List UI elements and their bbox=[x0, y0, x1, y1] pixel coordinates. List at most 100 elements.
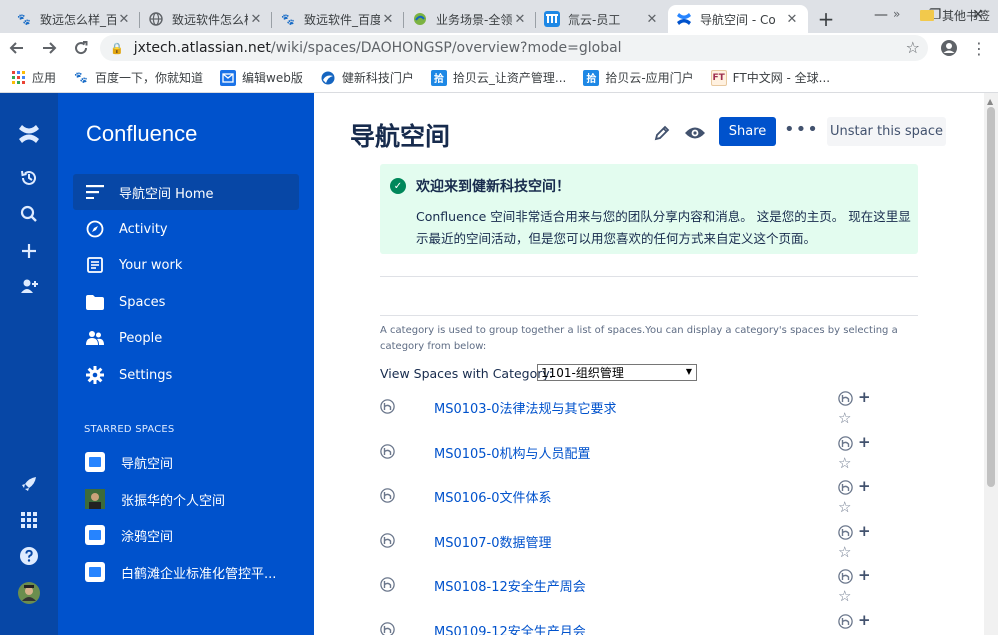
bookmark-item[interactable]: 🐾 百度一下，你就知道 bbox=[73, 69, 203, 86]
add-plus-icon[interactable]: + bbox=[858, 566, 871, 584]
watch-space-icon[interactable] bbox=[838, 524, 853, 540]
apps-grid-icon bbox=[10, 70, 26, 86]
browser-tab[interactable]: 🐾 致远软件_百度 ✕ bbox=[272, 5, 404, 33]
add-plus-icon[interactable]: + bbox=[858, 433, 871, 451]
close-icon[interactable]: ✕ bbox=[784, 12, 800, 27]
starred-space-item[interactable]: 白鹤滩企业标准化管控平... bbox=[73, 554, 299, 590]
watch-space-icon[interactable] bbox=[838, 613, 853, 629]
search-icon[interactable] bbox=[16, 201, 42, 227]
bookmark-item[interactable]: 拾 拾贝云_让资产管理... bbox=[430, 69, 566, 86]
chuanyun-icon bbox=[544, 11, 560, 27]
invite-people-icon[interactable] bbox=[16, 274, 42, 300]
starred-space-item[interactable]: 涂鸦空间 bbox=[73, 517, 299, 553]
compass-icon bbox=[85, 219, 105, 239]
new-tab-button[interactable]: + bbox=[812, 5, 840, 33]
nav-item-your-work[interactable]: Your work bbox=[73, 247, 299, 283]
product-name[interactable]: Confluence bbox=[86, 121, 197, 147]
browser-tab[interactable]: 🐾 致远怎么样_百 ✕ bbox=[8, 5, 140, 33]
close-icon[interactable]: ✕ bbox=[644, 12, 660, 27]
tab-title: 致远软件怎么样 bbox=[172, 12, 248, 27]
bookmarks-overflow-button[interactable]: » bbox=[893, 7, 900, 21]
browser-tab[interactable]: 致远软件怎么样 ✕ bbox=[140, 5, 272, 33]
watch-space-icon[interactable] bbox=[838, 569, 853, 584]
nav-item-space-home[interactable]: 导航空间 Home bbox=[73, 174, 299, 210]
favourite-star-icon[interactable]: ☆ bbox=[838, 632, 851, 635]
folder-icon bbox=[85, 292, 105, 312]
bookmark-item[interactable]: 应用 bbox=[10, 69, 56, 86]
wave-icon bbox=[320, 70, 336, 86]
recent-history-icon[interactable] bbox=[16, 165, 42, 191]
reload-button[interactable] bbox=[66, 33, 96, 63]
scroll-up-arrow-icon[interactable]: ▲ bbox=[987, 97, 993, 106]
profile-button[interactable] bbox=[936, 33, 962, 63]
nav-item-activity[interactable]: Activity bbox=[73, 211, 299, 247]
close-icon[interactable]: ✕ bbox=[380, 12, 396, 27]
close-icon[interactable]: ✕ bbox=[512, 12, 528, 27]
space-link[interactable]: MS0107-0数据管理 bbox=[434, 532, 552, 551]
category-intro-text: A category is used to group together a l… bbox=[380, 325, 898, 352]
browser-tab[interactable]: 氚云-员工 ✕ bbox=[536, 5, 668, 33]
space-row-actions: +☆ bbox=[838, 388, 878, 431]
favourite-star-icon[interactable]: ☆ bbox=[838, 454, 851, 472]
create-plus-icon[interactable] bbox=[16, 238, 42, 264]
space-link[interactable]: MS0108-12安全生产周会 bbox=[434, 576, 586, 595]
page-scrollbar[interactable]: ▲ bbox=[984, 93, 998, 635]
check-circle-icon: ✓ bbox=[390, 178, 406, 194]
watch-eye-icon[interactable] bbox=[685, 123, 705, 143]
close-icon[interactable]: ✕ bbox=[116, 12, 132, 27]
nav-item-spaces[interactable]: Spaces bbox=[73, 284, 299, 320]
space-row: MS0108-12安全生产周会 + ☆ bbox=[380, 566, 920, 609]
add-plus-icon[interactable]: + bbox=[858, 388, 871, 406]
panel-body: Confluence 空间非常适合用来与您的团队分享内容和消息。 这是您的主页。… bbox=[416, 209, 911, 246]
tab-title: 业务场景-全领 bbox=[436, 12, 512, 27]
scrollbar-thumb[interactable] bbox=[987, 107, 995, 487]
nav-item-people[interactable]: People bbox=[73, 320, 299, 356]
app-switcher-icon[interactable] bbox=[16, 507, 42, 533]
back-button[interactable] bbox=[2, 33, 32, 63]
close-icon[interactable]: ✕ bbox=[248, 12, 264, 27]
reload-icon bbox=[75, 41, 88, 55]
favourite-star-icon[interactable]: ☆ bbox=[838, 409, 851, 427]
bookmark-star-icon[interactable]: ☆ bbox=[906, 38, 920, 57]
browser-menu-button[interactable]: ⋮ bbox=[966, 33, 992, 63]
bookmark-item[interactable]: FT FT中文网 - 全球... bbox=[710, 69, 830, 86]
watch-space-icon[interactable] bbox=[838, 435, 853, 451]
help-icon[interactable] bbox=[16, 543, 42, 569]
arrow-left-icon bbox=[9, 42, 23, 54]
user-avatar[interactable] bbox=[16, 580, 42, 606]
gear-icon bbox=[85, 365, 105, 385]
bookmark-item[interactable]: 编辑web版 bbox=[220, 69, 303, 86]
starred-space-item[interactable]: 张振华的个人空间 bbox=[73, 481, 299, 517]
favourite-star-icon[interactable]: ☆ bbox=[838, 498, 851, 516]
space-link[interactable]: MS0109-12安全生产月会 bbox=[434, 621, 586, 635]
space-link[interactable]: MS0103-0法律法规与其它要求 bbox=[434, 398, 617, 417]
confluence-logo-icon[interactable] bbox=[16, 121, 42, 147]
other-bookmarks-button[interactable]: 其他书签 bbox=[920, 0, 990, 30]
favourite-star-icon[interactable]: ☆ bbox=[838, 587, 851, 605]
add-plus-icon[interactable]: + bbox=[858, 522, 871, 540]
watch-space-icon[interactable] bbox=[838, 480, 853, 495]
more-actions-button[interactable]: ••• bbox=[784, 119, 819, 140]
bookmark-item[interactable]: 拾 拾贝云-应用门户 bbox=[583, 69, 694, 86]
watch-space-icon[interactable] bbox=[838, 391, 853, 406]
rocket-icon[interactable] bbox=[16, 471, 42, 497]
category-select[interactable]: 1101-组织管理 ▼ bbox=[537, 364, 697, 381]
edit-web-icon bbox=[220, 69, 237, 86]
space-link[interactable]: MS0106-0文件体系 bbox=[434, 487, 552, 506]
share-button[interactable]: Share bbox=[719, 117, 776, 146]
nav-item-settings[interactable]: Settings bbox=[73, 357, 299, 393]
shibeiyun-icon: 拾 bbox=[430, 69, 447, 86]
browser-tab[interactable]: 业务场景-全领 ✕ bbox=[404, 5, 536, 33]
space-link[interactable]: MS0105-0机构与人员配置 bbox=[434, 443, 591, 462]
address-bar[interactable]: 🔒 jxtech.atlassian.net/wiki/spaces/DAOHO… bbox=[100, 35, 928, 61]
forward-button[interactable] bbox=[34, 33, 64, 63]
starred-space-item[interactable]: 导航空间 bbox=[73, 444, 299, 480]
unstar-space-button[interactable]: Unstar this space bbox=[827, 117, 946, 146]
browser-tab-active[interactable]: 导航空间 - Co ✕ bbox=[668, 5, 808, 33]
bookmark-item[interactable]: 健新科技门户 bbox=[320, 69, 414, 86]
bookmark-label: 健新科技门户 bbox=[341, 71, 414, 85]
favourite-star-icon[interactable]: ☆ bbox=[838, 543, 851, 561]
edit-pencil-icon[interactable] bbox=[652, 123, 672, 143]
add-plus-icon[interactable]: + bbox=[858, 477, 871, 495]
add-plus-icon[interactable]: + bbox=[858, 611, 871, 629]
